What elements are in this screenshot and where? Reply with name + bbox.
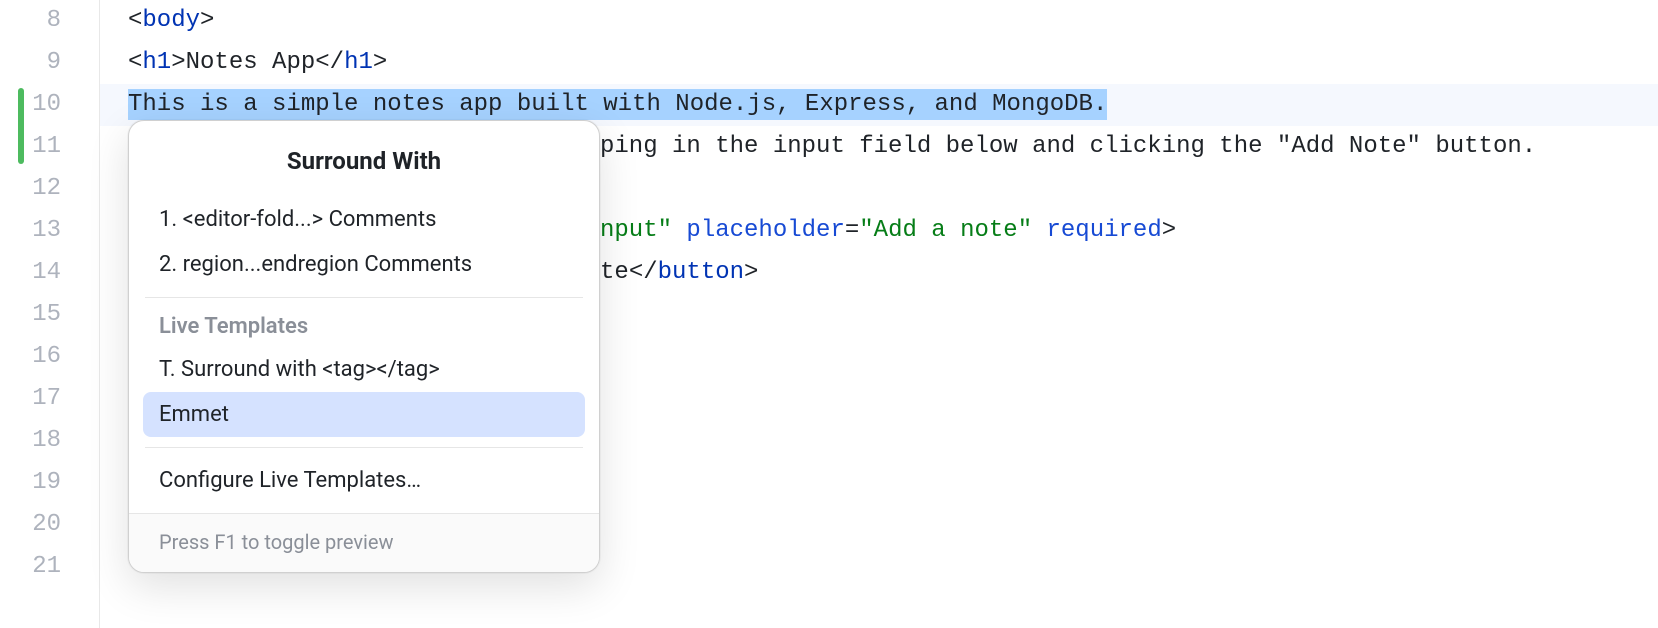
line-number: 13 [1, 210, 61, 252]
popup-item-region[interactable]: 2. region...endregion Comments [143, 242, 585, 287]
popup-item-configure-live-templates[interactable]: Configure Live Templates… [143, 458, 585, 503]
code-line[interactable]: <h1>Notes App</h1> [100, 42, 1658, 84]
line-number: 19 [1, 462, 61, 504]
line-number: 10 [1, 84, 61, 126]
popup-item-emmet[interactable]: Emmet [143, 392, 585, 437]
popup-separator [145, 447, 583, 448]
vcs-change-marker [18, 88, 24, 164]
popup-title: Surround With [129, 121, 599, 197]
line-number: 17 [1, 378, 61, 420]
popup-item-surround-tag[interactable]: T. Surround with <tag></tag> [143, 347, 585, 392]
popup-separator [145, 297, 583, 298]
text-selection: This is a simple notes app built with No… [128, 89, 1107, 120]
popup-item-editor-fold[interactable]: 1. <editor-fold...> Comments [143, 197, 585, 242]
popup-heading-live-templates: Live Templates [129, 308, 599, 347]
line-number: 15 [1, 294, 61, 336]
code-area[interactable]: <body><h1>Notes App</h1> This is a simple… [100, 0, 1658, 126]
popup-footer-hint: Press F1 to toggle preview [129, 513, 599, 572]
gutter: 89101112131415161718192021 [0, 0, 100, 628]
line-number: 16 [1, 336, 61, 378]
line-number: 12 [1, 168, 61, 210]
code-line[interactable]: <body> [100, 0, 1658, 42]
editor-frame: 89101112131415161718192021 <body><h1>Not… [0, 0, 1658, 628]
line-number: 8 [1, 0, 61, 42]
line-number: 20 [1, 504, 61, 546]
line-number: 21 [1, 546, 61, 588]
line-number: 18 [1, 420, 61, 462]
line-number: 14 [1, 252, 61, 294]
line-number: 11 [1, 126, 61, 168]
line-number: 9 [1, 42, 61, 84]
surround-with-popup: Surround With 1. <editor-fold...> Commen… [128, 120, 600, 573]
